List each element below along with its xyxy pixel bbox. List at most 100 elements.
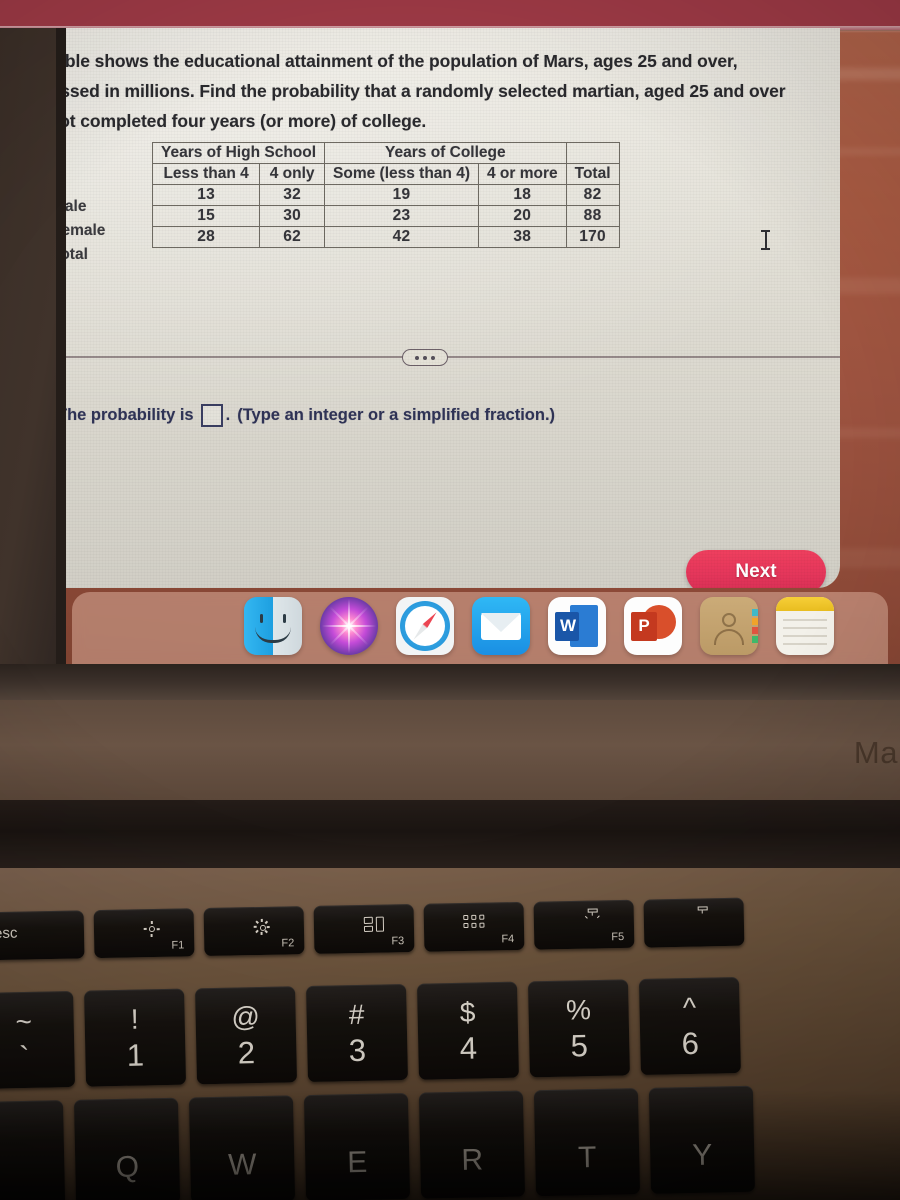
key-backtick[interactable]: ~ ` — [0, 990, 76, 1090]
key-5-lower: 5 — [570, 1028, 589, 1064]
key-r-label: R — [461, 1143, 484, 1177]
answer-input[interactable] — [200, 404, 223, 427]
letter-key-row: Q W E R T Y — [0, 1085, 756, 1200]
cell-female-4only: 30 — [259, 205, 326, 227]
key-y[interactable]: Y — [648, 1085, 756, 1194]
dock-item-contacts[interactable] — [700, 597, 758, 655]
cell-male-lessthan4: 13 — [151, 184, 261, 206]
text-cursor-icon — [761, 229, 770, 251]
screen-bezel-bottom — [0, 664, 900, 700]
answer-prefix-label: The probability is — [57, 406, 194, 424]
key-3-upper: # — [348, 998, 365, 1031]
dock-item-finder[interactable] — [244, 597, 302, 655]
key-4[interactable]: $ 4 — [416, 981, 519, 1080]
col-header-less-than-4: Less than 4 — [151, 163, 261, 185]
cell-male-4ormore: 18 — [478, 184, 567, 206]
laptop-lid-bottom — [0, 700, 900, 800]
cell-female-total: 88 — [565, 205, 620, 227]
answer-hint: (Type an integer or a simplified fractio… — [237, 406, 556, 424]
table-row: 15 30 23 20 88 — [151, 205, 620, 227]
key-5-upper: % — [565, 994, 592, 1026]
dock-item-word[interactable]: W — [548, 597, 606, 655]
problem-line-1: The table shows the educational attainme… — [14, 51, 738, 71]
key-f4-label: F4 — [501, 933, 515, 946]
key-f3[interactable]: F3 — [313, 904, 415, 954]
screen-bezel-left — [0, 28, 64, 673]
key-3[interactable]: # 3 — [306, 983, 408, 1083]
key-f3-label: F3 — [391, 935, 405, 948]
cell-male-some: 19 — [324, 184, 479, 206]
table-group-header-row: Years of High School Years of College — [151, 142, 620, 164]
problem-line-2: expressed in millions. Find the probabil… — [14, 81, 786, 101]
key-esc[interactable]: esc — [0, 910, 85, 961]
number-key-row: ~ ` ! 1 @ 2 # 3 $ 4 % 5 ^ 6 — [0, 976, 741, 1090]
table-column-header-row: Less than 4 4 only Some (less than 4) 4 … — [151, 163, 620, 185]
col-header-some-less-than-4: Some (less than 4) — [324, 163, 479, 185]
key-tab-partial[interactable] — [0, 1100, 66, 1200]
table-row: 28 62 42 38 170 — [151, 226, 620, 248]
powerpoint-glyph: P — [638, 616, 650, 635]
key-6[interactable]: ^ 6 — [638, 976, 741, 1076]
key-f5-label: F5 — [611, 930, 625, 944]
key-r[interactable]: R — [418, 1090, 526, 1199]
next-button[interactable]: Next — [686, 550, 826, 588]
group-header-high-school: Years of High School — [151, 142, 326, 164]
key-f4[interactable]: F4 — [423, 901, 525, 952]
key-w[interactable]: W — [188, 1095, 296, 1200]
macos-dock: W P — [72, 592, 888, 664]
answer-row: The probability is . (Type an integer or… — [57, 404, 555, 427]
key-5[interactable]: % 5 — [527, 979, 630, 1078]
cell-female-4ormore: 20 — [478, 205, 567, 227]
cell-total-4ormore: 38 — [478, 226, 567, 248]
cell-total-lessthan4: 28 — [151, 226, 261, 248]
key-q[interactable]: Q — [73, 1097, 181, 1200]
col-header-4-or-more: 4 or more — [478, 163, 567, 185]
laptop-screen: The table shows the educational attainme… — [0, 0, 900, 700]
more-options-button[interactable] — [402, 349, 448, 366]
attainment-table: Years of High School Years of College Le… — [151, 142, 620, 248]
key-e-label: E — [346, 1145, 368, 1180]
dock-item-powerpoint[interactable]: P — [624, 597, 682, 655]
key-f2-label: F2 — [281, 937, 295, 950]
key-3-lower: 3 — [348, 1032, 367, 1069]
attainment-table-wrapper: Years of High School Years of College Le… — [52, 142, 620, 263]
launchpad-icon — [463, 914, 485, 929]
cell-male-4only: 32 — [259, 184, 326, 206]
problem-statement: The table shows the educational attainme… — [14, 46, 826, 136]
key-backtick-lower: ` — [18, 1039, 30, 1076]
screen-bezel-left-inner — [56, 28, 66, 673]
key-1-lower: 1 — [126, 1037, 145, 1073]
key-y-label: Y — [691, 1138, 713, 1172]
key-t-label: T — [577, 1140, 597, 1175]
key-2-lower: 2 — [237, 1035, 256, 1071]
key-1[interactable]: ! 1 — [84, 988, 187, 1087]
key-f1[interactable]: F1 — [93, 908, 195, 959]
laptop-hinge — [0, 800, 900, 870]
key-t[interactable]: T — [533, 1088, 641, 1197]
brand-text: Ma — [853, 735, 898, 770]
key-2-upper: @ — [231, 1001, 261, 1033]
question-panel: The table shows the educational attainme… — [0, 28, 840, 588]
group-header-college: Years of College — [324, 142, 567, 164]
col-header-4-only: 4 only — [259, 163, 326, 185]
dock-item-siri[interactable] — [320, 597, 378, 655]
browser-top-band — [0, 0, 900, 33]
key-2[interactable]: @ 2 — [195, 986, 298, 1085]
key-e[interactable]: E — [303, 1092, 411, 1200]
dock-item-mail[interactable] — [472, 597, 530, 655]
dock-item-notes[interactable] — [776, 597, 834, 655]
col-header-total: Total — [565, 163, 620, 185]
contacts-icon — [722, 613, 736, 627]
dock-item-safari[interactable] — [396, 597, 454, 655]
cell-total-total: 170 — [565, 226, 620, 248]
key-esc-label: esc — [0, 924, 18, 943]
answer-period: . — [225, 406, 231, 424]
key-f2[interactable]: F2 — [203, 906, 305, 957]
problem-line-3: has not completed four years (or more) o… — [14, 111, 427, 131]
group-header-empty — [565, 142, 620, 164]
key-f6[interactable] — [643, 897, 745, 948]
key-backtick-upper: ~ — [15, 1005, 33, 1038]
notes-icon — [776, 597, 834, 611]
key-f5[interactable]: F5 — [533, 899, 635, 950]
key-4-upper: $ — [459, 996, 476, 1028]
